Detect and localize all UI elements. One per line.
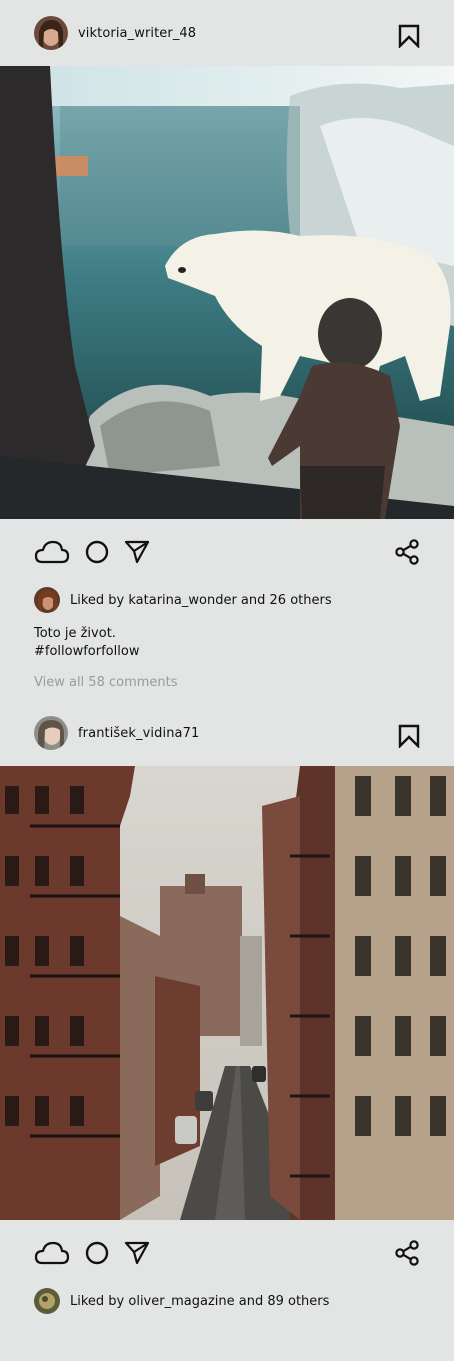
send-arrow-icon[interactable] xyxy=(124,539,150,565)
cloud-icon[interactable] xyxy=(34,1240,70,1266)
likes-text[interactable]: Liked by katarina_wonder and 26 others xyxy=(70,593,332,608)
user-avatar[interactable] xyxy=(34,16,68,50)
username[interactable]: františek_vidina71 xyxy=(78,726,199,741)
cloud-icon[interactable] xyxy=(34,539,70,565)
post-caption: Toto je život. #followforfollow xyxy=(0,615,454,661)
send-arrow-icon[interactable] xyxy=(124,1240,150,1266)
circle-icon[interactable] xyxy=(84,539,110,565)
post-photo-city-street[interactable] xyxy=(0,766,454,1220)
liker-avatar[interactable] xyxy=(34,587,60,613)
view-comments-link[interactable]: View all 58 comments xyxy=(0,661,454,690)
caption-hashtag[interactable]: #followforfollow xyxy=(34,643,420,661)
post-actions xyxy=(0,519,454,585)
post: františek_vidina71 Liked by oliver_magaz… xyxy=(0,700,454,1316)
liker-avatar[interactable] xyxy=(34,1288,60,1314)
feed: viktoria_writer_48 Liked by katarina_won… xyxy=(0,0,454,1361)
share-nodes-icon[interactable] xyxy=(394,1240,420,1270)
bookmark-icon[interactable] xyxy=(398,24,420,49)
circle-icon[interactable] xyxy=(84,1240,110,1266)
user-avatar[interactable] xyxy=(34,716,68,750)
share-nodes-icon[interactable] xyxy=(394,539,420,569)
likes-text[interactable]: Liked by oliver_magazine and 89 others xyxy=(70,1294,329,1309)
bookmark-icon[interactable] xyxy=(398,724,420,749)
likes-row: Liked by katarina_wonder and 26 others xyxy=(0,585,454,615)
post: viktoria_writer_48 Liked by katarina_won… xyxy=(0,0,454,690)
post-actions xyxy=(0,1220,454,1286)
caption-text: Toto je život. xyxy=(34,626,116,641)
likes-row: Liked by oliver_magazine and 89 others xyxy=(0,1286,454,1316)
post-header: františek_vidina71 xyxy=(0,700,454,766)
username[interactable]: viktoria_writer_48 xyxy=(78,26,196,41)
post-photo-polar-bear[interactable] xyxy=(0,66,454,519)
post-header: viktoria_writer_48 xyxy=(0,0,454,66)
